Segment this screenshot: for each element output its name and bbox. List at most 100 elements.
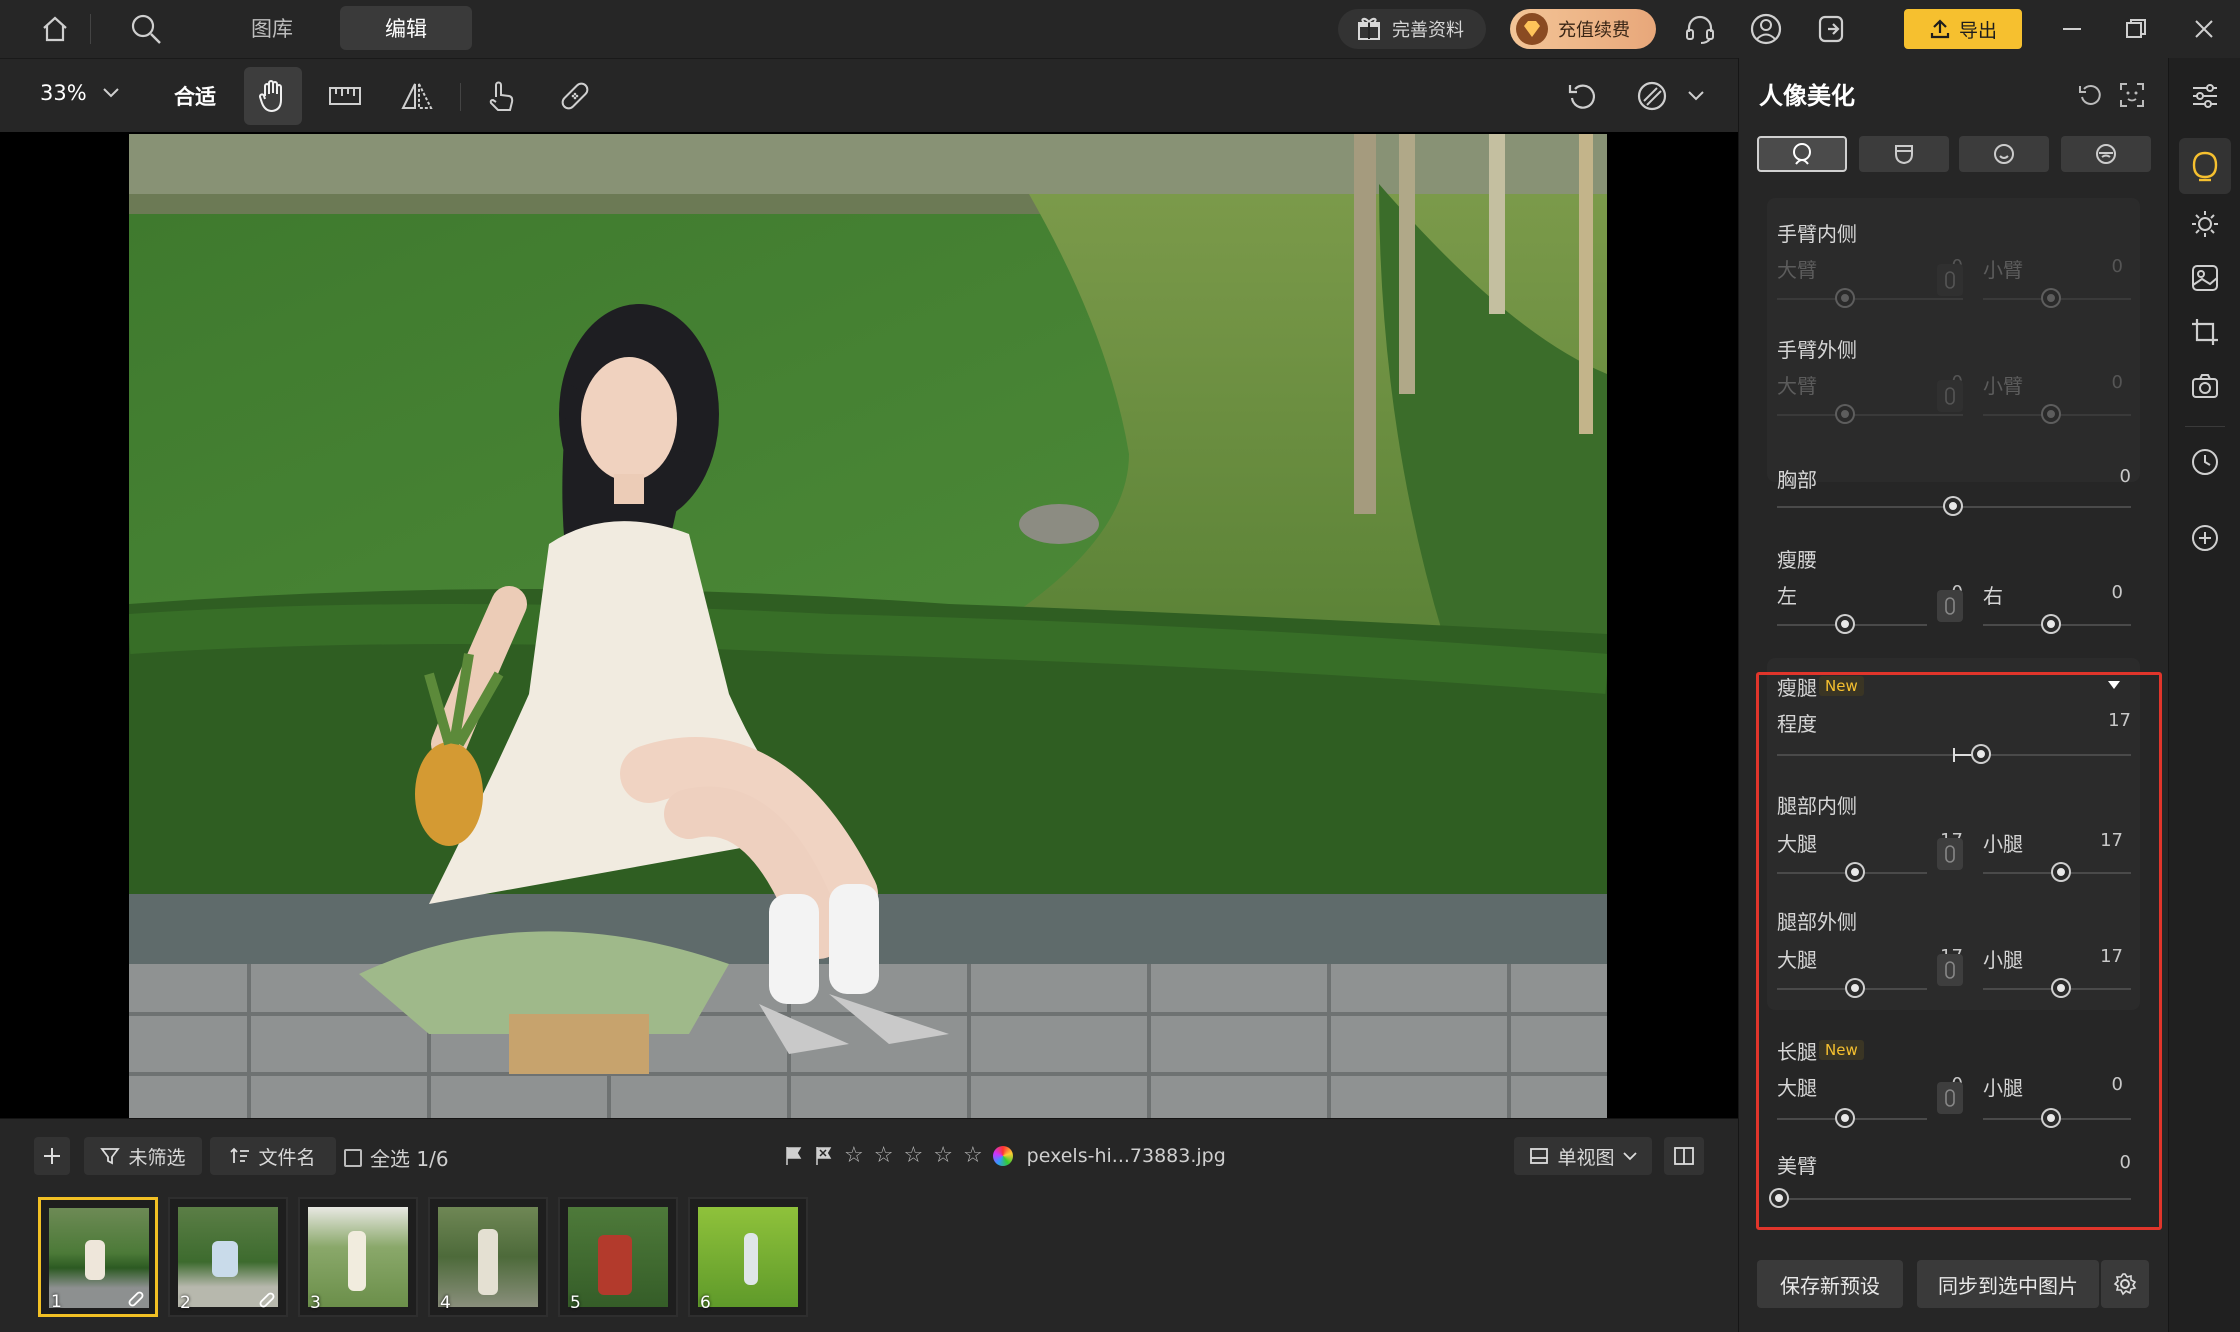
- waist-left-label: 左: [1777, 584, 1797, 608]
- user-icon[interactable]: [1746, 9, 1786, 49]
- tab-body[interactable]: [1757, 136, 1847, 172]
- portrait-photo: [129, 134, 1607, 1118]
- logout-icon[interactable]: [1812, 9, 1852, 49]
- face-scan-icon[interactable]: [2119, 82, 2145, 108]
- zoom-dropdown[interactable]: 33%: [40, 81, 119, 105]
- reject-flag-icon[interactable]: [814, 1145, 834, 1167]
- slider-knob[interactable]: [2043, 406, 2059, 422]
- sync-button[interactable]: 同步到选中图片: [1917, 1260, 2099, 1308]
- tab-makeup[interactable]: [2061, 136, 2151, 172]
- chevron-down-icon: [102, 88, 119, 98]
- bandage-icon[interactable]: [546, 67, 604, 125]
- star-icon[interactable]: ☆: [933, 1143, 953, 1168]
- add-icon[interactable]: [2185, 518, 2225, 558]
- maximize-icon[interactable]: [2116, 9, 2156, 49]
- star-icon[interactable]: ☆: [874, 1143, 894, 1168]
- thumbnail-2[interactable]: 2: [168, 1197, 288, 1317]
- image-adjust-icon[interactable]: [2185, 258, 2225, 298]
- sort-label: 文件名: [258, 1146, 316, 1169]
- link-icon[interactable]: [1937, 590, 1963, 622]
- export-button[interactable]: 导出: [1904, 9, 2022, 49]
- star-icon[interactable]: ☆: [963, 1143, 983, 1168]
- tab-edit[interactable]: 编辑: [340, 6, 472, 50]
- arm-inner-left-slider[interactable]: [1777, 298, 1963, 300]
- home-icon[interactable]: [35, 9, 75, 49]
- arm-outer-right-value: 0: [2111, 372, 2123, 393]
- sliders-icon[interactable]: [2185, 76, 2225, 116]
- thumbnail-5[interactable]: 5: [558, 1197, 678, 1317]
- arm-inner-right-label: 小臂: [1983, 258, 2023, 282]
- tool-rail: [2168, 58, 2240, 1332]
- camera-icon[interactable]: [2185, 366, 2225, 406]
- recharge-button[interactable]: 充值续费: [1510, 9, 1656, 49]
- star-icon[interactable]: ☆: [844, 1143, 864, 1168]
- thumbnail-6[interactable]: 6: [688, 1197, 808, 1317]
- tab-face[interactable]: [1959, 136, 2049, 172]
- link-icon[interactable]: [1937, 380, 1963, 412]
- tab-library[interactable]: 图库: [212, 6, 332, 50]
- filmstrip-bar: 未筛选 文件名 全选 1/6 ☆ ☆ ☆ ☆ ☆ pexels-hi...738…: [0, 1118, 1738, 1332]
- crop-icon[interactable]: [2185, 312, 2225, 352]
- slider-knob[interactable]: [1945, 498, 1961, 514]
- slider-knob[interactable]: [2043, 616, 2059, 632]
- fit-button[interactable]: 合适: [174, 81, 216, 111]
- slider-knob[interactable]: [2043, 290, 2059, 306]
- flag-icon[interactable]: [784, 1145, 804, 1167]
- brightness-icon[interactable]: [2185, 204, 2225, 244]
- rail-divider: [2185, 426, 2225, 427]
- filter-button[interactable]: 未筛选: [84, 1137, 202, 1175]
- export-label: 导出: [1958, 19, 1997, 42]
- select-all-checkbox[interactable]: 全选 1/6: [344, 1143, 449, 1172]
- add-icon[interactable]: [34, 1137, 70, 1175]
- save-preset-button[interactable]: 保存新预设: [1757, 1260, 1903, 1308]
- arm-outer-title: 手臂外侧: [1777, 338, 1857, 362]
- flip-icon[interactable]: [388, 67, 446, 125]
- rating-bar: ☆ ☆ ☆ ☆ ☆ pexels-hi...73883.jpg: [784, 1143, 1226, 1168]
- compare-icon[interactable]: [1624, 67, 1682, 125]
- thumbnail-number: 4: [440, 1293, 451, 1313]
- arm-outer-left-slider[interactable]: [1777, 414, 1963, 416]
- split-view-icon[interactable]: [1664, 1137, 1704, 1175]
- sort-button[interactable]: 文件名: [210, 1137, 336, 1175]
- history-icon[interactable]: [2185, 442, 2225, 482]
- gem-icon: [1516, 13, 1548, 45]
- arm-inner-right-value: 0: [2111, 256, 2123, 277]
- search-icon[interactable]: [126, 9, 166, 49]
- image-canvas[interactable]: [0, 132, 1738, 1118]
- tab-face-shape[interactable]: [1859, 136, 1949, 172]
- thumbnail-1[interactable]: 1: [38, 1197, 158, 1317]
- link-icon[interactable]: [1937, 264, 1963, 296]
- complete-profile-label: 完善资料: [1392, 20, 1464, 41]
- hand-tool-icon[interactable]: [244, 67, 302, 125]
- slider-knob[interactable]: [1837, 290, 1853, 306]
- view-mode-label: 单视图: [1557, 1146, 1615, 1169]
- reset-icon[interactable]: [2077, 82, 2103, 108]
- complete-profile-button[interactable]: 完善资料: [1338, 9, 1486, 49]
- slider-knob[interactable]: [1837, 406, 1853, 422]
- arm-inner-title: 手臂内侧: [1777, 222, 1857, 246]
- slider-knob[interactable]: [1837, 616, 1853, 632]
- ruler-icon[interactable]: [316, 67, 374, 125]
- thumbnail-number: 5: [570, 1293, 581, 1313]
- view-mode-dropdown[interactable]: 单视图: [1514, 1137, 1652, 1175]
- star-icon[interactable]: ☆: [903, 1143, 923, 1168]
- checkbox-icon: [344, 1148, 362, 1167]
- portrait-icon[interactable]: [2185, 146, 2225, 186]
- select-all-label: 全选 1/6: [370, 1147, 449, 1171]
- undo-icon[interactable]: [1554, 67, 1612, 125]
- settings-icon[interactable]: [2101, 1260, 2149, 1308]
- close-icon[interactable]: [2184, 9, 2224, 49]
- headset-icon[interactable]: [1680, 9, 1720, 49]
- arm-outer-right-label: 小臂: [1983, 374, 2023, 398]
- thumbnail-number: 3: [310, 1293, 321, 1313]
- touch-tool-icon[interactable]: [472, 67, 530, 125]
- chevron-down-icon[interactable]: [1688, 91, 1704, 101]
- thumbnail-4[interactable]: 4: [428, 1197, 548, 1317]
- color-label-icon[interactable]: [992, 1145, 1013, 1166]
- filter-icon: [100, 1148, 121, 1165]
- thumbnail-3[interactable]: 3: [298, 1197, 418, 1317]
- eye-mask-icon: [2096, 144, 2116, 164]
- sort-icon: [230, 1147, 250, 1163]
- chevron-down-icon: [1622, 1151, 1637, 1160]
- minimize-icon[interactable]: [2052, 9, 2092, 49]
